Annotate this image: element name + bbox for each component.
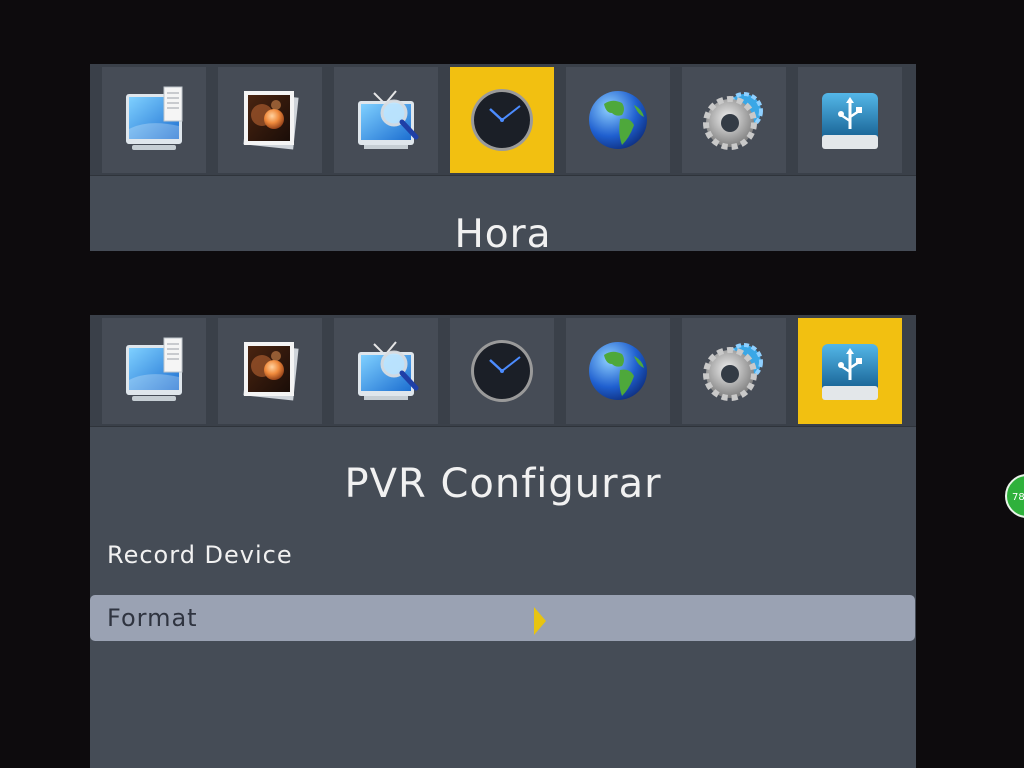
bottom-tile-clock[interactable]: [450, 318, 554, 424]
top-tile-globe[interactable]: [566, 67, 670, 173]
format-label: Format: [107, 604, 198, 632]
globe-icon: [589, 91, 647, 149]
gear-icon: [703, 343, 763, 401]
bottom-tile-photo[interactable]: [218, 318, 322, 424]
photo-icon: [243, 91, 299, 150]
side-badge: 78: [1005, 474, 1024, 518]
tv-search-icon: [358, 90, 419, 149]
bottom-tile-monitor[interactable]: [102, 318, 206, 424]
top-tile-usb-drive[interactable]: [798, 67, 902, 173]
menu-title: Hora: [454, 212, 552, 251]
top-tile-monitor[interactable]: [102, 67, 206, 173]
clock-icon: [471, 340, 533, 402]
gear-icon: [703, 92, 763, 150]
top-tile-clock[interactable]: [450, 67, 554, 173]
record-device-label: Record Device: [107, 541, 293, 569]
photo-icon: [243, 342, 299, 401]
menu-title: PVR Configurar: [344, 461, 662, 507]
usb-drive-icon: [822, 344, 878, 400]
bottom-tile-usb-drive[interactable]: [798, 318, 902, 424]
monitor-icon: [126, 337, 183, 401]
monitor-icon: [126, 86, 183, 150]
bottom-icon-strip: [90, 315, 916, 427]
clock-icon: [471, 89, 533, 151]
bottom-tile-globe[interactable]: [566, 318, 670, 424]
bottom-tile-tv-search[interactable]: [334, 318, 438, 424]
top-tile-gear[interactable]: [682, 67, 786, 173]
top-icon-strip: [90, 64, 916, 176]
usb-drive-icon: [822, 93, 878, 149]
format-row[interactable]: Format: [90, 595, 915, 641]
bottom-tile-gear[interactable]: [682, 318, 786, 424]
top-tile-tv-search[interactable]: [334, 67, 438, 173]
globe-icon: [589, 342, 647, 400]
bottom-menu-panel: PVR Configurar Record Device Format: [90, 315, 916, 768]
top-tile-photo[interactable]: [218, 67, 322, 173]
record-device-row[interactable]: Record Device: [90, 532, 916, 578]
arrow-right-icon: [534, 607, 546, 635]
top-menu-panel: Hora: [90, 64, 916, 251]
tv-search-icon: [358, 341, 419, 400]
